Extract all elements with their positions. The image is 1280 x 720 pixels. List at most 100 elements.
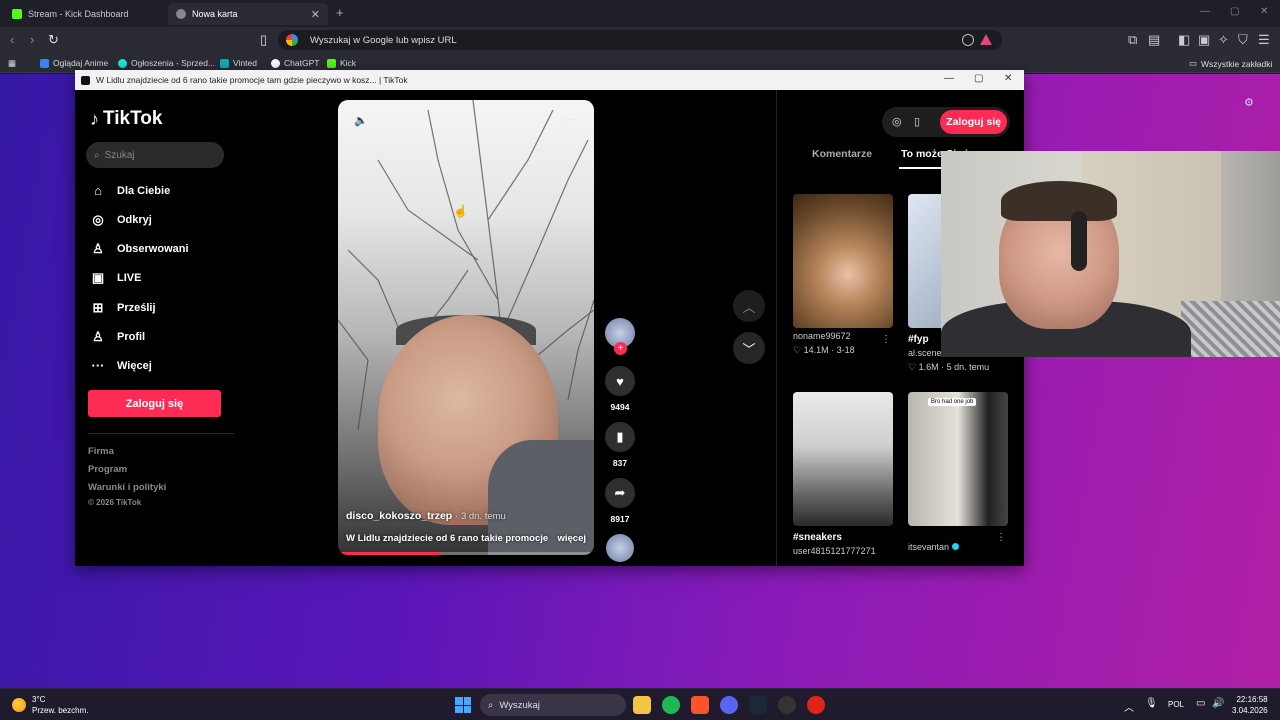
volume-icon[interactable]: 🔈: [354, 114, 368, 127]
upload-icon: ⊞: [92, 300, 104, 315]
wallet-icon[interactable]: ▣: [1198, 32, 1210, 48]
bookmark-ogloszenia[interactable]: Ogłoszenia - Sprzed...: [118, 58, 215, 68]
webcam-headset: [1071, 211, 1087, 271]
card-thumbnail: [793, 392, 893, 526]
explore-compass-icon[interactable]: ◎: [892, 115, 902, 128]
address-bar[interactable]: Wyszukaj w Google lub wpisz URL: [278, 30, 1002, 50]
save-count: 837: [612, 458, 628, 468]
maximize-icon[interactable]: ▢: [1230, 6, 1239, 17]
save-button[interactable]: ▮: [605, 422, 635, 452]
back-icon[interactable]: ‹: [10, 32, 14, 47]
bookmark-icon[interactable]: ▯: [260, 32, 267, 48]
browser-toolbar: ‹ › ↻ ▯ Wyszukaj w Google lub wpisz URL …: [0, 27, 1280, 53]
related-card[interactable]: noname99672 ♡ 14.1M · 3-18 ⋮: [793, 194, 893, 356]
card-more-icon[interactable]: ⋮: [996, 532, 1006, 543]
more-icon: ···: [91, 358, 105, 373]
tab-kick-dashboard[interactable]: Stream - Kick Dashboard: [4, 3, 164, 25]
like-button[interactable]: ♥: [605, 366, 635, 396]
bookmark-vinted[interactable]: Vinted: [220, 58, 257, 68]
top-login-button[interactable]: Zaloguj się: [940, 110, 1007, 134]
anime-icon: [40, 58, 49, 68]
clock[interactable]: 22:16:58 3.04.2026: [1232, 694, 1268, 716]
video-author[interactable]: disco_kokoszo_trzep: [346, 510, 452, 522]
follow-plus-icon[interactable]: +: [614, 342, 627, 355]
nav-live[interactable]: ▣ LIVE: [90, 270, 142, 286]
popup-maximize-icon[interactable]: ▢: [974, 73, 983, 84]
brave-icon[interactable]: [691, 696, 709, 714]
vpn-icon[interactable]: ⛉: [1238, 32, 1248, 48]
top-toolbar: ◎ ▯ Zaloguj się: [882, 107, 1010, 137]
start-button[interactable]: [455, 697, 471, 713]
share-button[interactable]: ➦: [605, 478, 635, 508]
footer-terms[interactable]: Warunki i polityki: [88, 482, 166, 493]
music-disc-avatar[interactable]: [606, 534, 634, 562]
leo-ai-icon[interactable]: ✧: [1218, 32, 1229, 48]
forward-icon[interactable]: ›: [30, 32, 34, 47]
nav-upload[interactable]: ⊞ Prześlij: [90, 300, 156, 316]
video-author-line: disco_kokoszo_trzep · 3 dn. temu: [346, 510, 506, 522]
discord-icon[interactable]: [720, 696, 738, 714]
close-tab-icon[interactable]: ✕: [311, 8, 320, 21]
tiktok-logo[interactable]: ♪ TikTok: [90, 108, 162, 130]
volume-tray-icon[interactable]: 🔊: [1212, 698, 1224, 709]
previous-video-button[interactable]: ︿: [733, 290, 765, 322]
tray-chevron-icon[interactable]: ︿: [1124, 699, 1134, 714]
related-card[interactable]: Bro had one job itsevantan ⋮: [908, 392, 1008, 552]
card-more-icon[interactable]: ⋮: [881, 334, 891, 345]
video-progress[interactable]: [338, 552, 594, 555]
card-user: user4815121777271: [793, 546, 876, 556]
bookmark-kick[interactable]: Kick: [327, 58, 356, 68]
extensions-icon[interactable]: ⧉: [1128, 32, 1137, 48]
settings-gear-icon[interactable]: ⚙: [1244, 96, 1254, 109]
youtube-music-icon[interactable]: [807, 696, 825, 714]
author-avatar[interactable]: +: [605, 318, 635, 355]
all-bookmarks[interactable]: ▭ Wszystkie zakładki: [1189, 58, 1272, 69]
nav-more[interactable]: ··· Więcej: [90, 358, 152, 373]
menu-icon[interactable]: ☰: [1258, 32, 1270, 48]
tab-comments[interactable]: Komentarze: [812, 148, 872, 160]
minimize-icon[interactable]: —: [1200, 6, 1210, 17]
bookmark-anime[interactable]: Oglądaj Anime: [40, 58, 108, 68]
more-link[interactable]: więcej: [557, 533, 586, 544]
file-explorer-icon[interactable]: [633, 696, 651, 714]
spotify-icon[interactable]: [662, 696, 680, 714]
close-window-icon[interactable]: ✕: [1260, 6, 1268, 17]
compass-icon: ◎: [92, 212, 104, 227]
obs-icon[interactable]: [778, 696, 796, 714]
reader-icon[interactable]: ▤: [1148, 32, 1160, 48]
nav-for-you[interactable]: ⌂ Dla Ciebie: [90, 183, 170, 198]
microphone-icon[interactable]: 🎙: [1145, 698, 1158, 709]
apps-icon[interactable]: ▦: [8, 58, 16, 69]
next-video-button[interactable]: ﹀: [733, 332, 765, 364]
related-card[interactable]: #sneakers user4815121777271: [793, 392, 893, 556]
bookmark-save-icon: ▮: [616, 429, 624, 444]
mobile-icon[interactable]: ▯: [914, 115, 920, 128]
video-player[interactable]: 🔈 ··· ☝ disco_kokoszo_trzep · 3 dn. temu…: [338, 100, 594, 555]
video-progress-fill: [338, 552, 441, 555]
new-tab-button[interactable]: +: [336, 5, 344, 20]
network-icon[interactable]: ▭: [1196, 698, 1205, 709]
nav-explore[interactable]: ◎ Odkryj: [90, 212, 152, 228]
reload-icon[interactable]: ↻: [48, 32, 59, 48]
nav-profile[interactable]: ♙ Profil: [90, 329, 145, 345]
footer-company[interactable]: Firma: [88, 446, 114, 457]
login-button[interactable]: Zaloguj się: [88, 390, 221, 417]
tiktok-favicon: [81, 75, 90, 85]
bookmark-chatgpt[interactable]: ChatGPT: [271, 58, 319, 68]
rewards-icon[interactable]: [980, 34, 992, 45]
popup-minimize-icon[interactable]: —: [944, 73, 954, 84]
popup-close-icon[interactable]: ✕: [1004, 73, 1012, 84]
video-description: W Lidlu znajdziecie od 6 rano takie prom…: [346, 533, 549, 544]
video-more-icon[interactable]: ···: [563, 112, 578, 126]
steam-icon[interactable]: [749, 696, 767, 714]
weather-widget[interactable]: 3°C Przew. bezchm.: [12, 694, 88, 716]
language-indicator[interactable]: POL: [1168, 700, 1184, 709]
search-input[interactable]: ⌕ Szukaj: [86, 142, 224, 168]
sidebar-icon[interactable]: ◧: [1178, 32, 1190, 48]
folder-icon: ▭: [1189, 58, 1198, 68]
taskbar-search[interactable]: ⌕ Wyszukaj: [480, 694, 626, 716]
nav-following[interactable]: ♙ Obserwowani: [90, 241, 188, 257]
brave-shield-icon[interactable]: [962, 34, 974, 46]
footer-program[interactable]: Program: [88, 464, 127, 475]
tab-new-tab[interactable]: Nowa karta ✕: [168, 3, 328, 25]
